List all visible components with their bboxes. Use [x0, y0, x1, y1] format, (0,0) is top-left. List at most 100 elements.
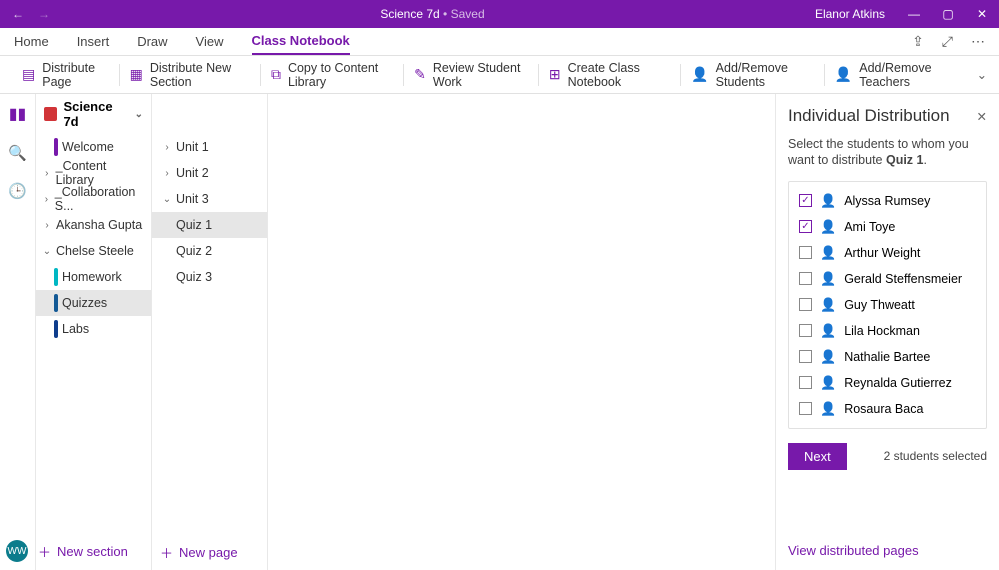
section-item[interactable]: Quizzes: [36, 290, 151, 316]
restore-button[interactable]: ▢: [931, 7, 965, 21]
page-item[interactable]: Quiz 2: [152, 238, 267, 264]
checkbox[interactable]: [799, 272, 812, 285]
student-list: ✓👤Alyssa Rumsey✓👤Ami Toye👤Arthur Weight👤…: [788, 181, 987, 429]
onenote-icon[interactable]: ▮▮: [9, 104, 27, 124]
search-icon[interactable]: 🔍: [8, 144, 27, 162]
tab-home[interactable]: Home: [14, 28, 49, 55]
cmd-icon: ▤: [22, 66, 35, 83]
section-item[interactable]: ›Akansha Gupta: [36, 212, 151, 238]
cmd-icon: ⧉: [271, 66, 281, 83]
section-item[interactable]: Labs: [36, 316, 151, 342]
student-row[interactable]: 👤 Lila Hockman: [789, 318, 986, 344]
user-name[interactable]: Elanor Atkins: [803, 7, 897, 21]
checkbox[interactable]: [799, 350, 812, 363]
panel-description: Select the students to whom you want to …: [788, 136, 987, 169]
view-distributed-link[interactable]: View distributed pages: [788, 543, 919, 558]
section-item[interactable]: Welcome: [36, 134, 151, 160]
distribution-panel: Individual Distribution ✕ Select the stu…: [775, 94, 999, 570]
student-row[interactable]: 👤 Arthur Weight: [789, 240, 986, 266]
unit-item[interactable]: ›Unit 1: [152, 134, 267, 160]
minimize-button[interactable]: —: [897, 7, 931, 21]
section-item[interactable]: Homework: [36, 264, 151, 290]
new-page-button[interactable]: ＋New page: [160, 543, 238, 562]
cmd-icon: ⊞: [549, 66, 561, 83]
person-icon: 👤: [820, 401, 836, 417]
cmd-review-student-work[interactable]: ✎Review Student Work: [404, 56, 538, 93]
person-icon: 👤: [820, 193, 836, 209]
page-canvas[interactable]: [268, 94, 775, 570]
student-name: Lila Hockman: [844, 324, 920, 338]
more-icon[interactable]: ⋯: [971, 33, 985, 50]
ribbon-commands: ▤Distribute Page▦Distribute New Section⧉…: [0, 56, 999, 94]
student-name: Reynalda Gutierrez: [844, 376, 952, 390]
person-icon: 👤: [820, 271, 836, 287]
student-row[interactable]: 👤 Nathalie Bartee: [789, 344, 986, 370]
tab-insert[interactable]: Insert: [77, 28, 110, 55]
checkbox[interactable]: [799, 298, 812, 311]
tab-view[interactable]: View: [196, 28, 224, 55]
section-item[interactable]: ›_Collaboration S...: [36, 186, 151, 212]
student-row[interactable]: 👤Gerald Steffensmeier: [789, 266, 986, 292]
checkbox[interactable]: ✓: [799, 194, 812, 207]
forward-button[interactable]: →: [38, 7, 50, 21]
section-list: Science 7d ⌄ Welcome›_Content Library›_C…: [36, 94, 152, 570]
window-title: Science 7d • Saved: [62, 7, 803, 21]
section-item[interactable]: ⌄Chelse Steele: [36, 238, 151, 264]
share-icon[interactable]: ⇪: [912, 33, 924, 50]
fullscreen-icon[interactable]: ⤢: [942, 33, 953, 50]
checkbox[interactable]: [799, 402, 812, 415]
cmd-icon: ✎: [414, 66, 426, 83]
checkbox[interactable]: [799, 376, 812, 389]
cmd-distribute-page[interactable]: ▤Distribute Page: [12, 56, 119, 93]
unit-item[interactable]: ⌄Unit 3: [152, 186, 267, 212]
person-icon: 👤: [820, 219, 836, 235]
person-icon: 👤: [820, 245, 836, 261]
page-item[interactable]: Quiz 3: [152, 264, 267, 290]
close-button[interactable]: ✕: [965, 7, 999, 21]
student-name: Rosaura Baca: [844, 402, 923, 416]
student-row[interactable]: ✓ 👤 Alyssa Rumsey: [789, 188, 986, 214]
page-list: ›Unit 1›Unit 2⌄Unit 3 Quiz 1Quiz 2Quiz 3: [152, 94, 268, 570]
tab-class-notebook[interactable]: Class Notebook: [252, 28, 350, 55]
notebook-color-icon: [44, 107, 57, 121]
person-icon: 👤: [820, 375, 836, 391]
person-icon: 👤: [820, 349, 836, 365]
new-section-button[interactable]: ＋New section: [38, 542, 128, 561]
cmd-create-class-notebook[interactable]: ⊞Create Class Notebook: [539, 56, 681, 93]
ribbon-tabs: Home Insert Draw View Class Notebook ⇪ ⤢ ⋯: [0, 28, 999, 56]
notebook-picker[interactable]: Science 7d ⌄: [36, 94, 151, 134]
person-icon: 👤: [820, 323, 836, 339]
tab-draw[interactable]: Draw: [137, 28, 167, 55]
student-row[interactable]: ✓ 👤 Ami Toye: [789, 214, 986, 240]
student-name: Arthur Weight: [844, 246, 920, 260]
ribbon-overflow-icon[interactable]: ⌄: [977, 67, 987, 82]
student-row[interactable]: 👤 Reynalda Gutierrez: [789, 370, 986, 396]
recent-icon[interactable]: 🕒: [8, 182, 27, 200]
student-name: Nathalie Bartee: [844, 350, 930, 364]
next-button[interactable]: Next: [788, 443, 847, 470]
avatar[interactable]: WW: [6, 540, 28, 562]
checkbox[interactable]: [799, 246, 812, 259]
student-name: Ami Toye: [844, 220, 895, 234]
back-button[interactable]: ←: [12, 7, 24, 21]
cmd-copy-to-content-library[interactable]: ⧉Copy to Content Library: [261, 56, 403, 93]
close-panel-button[interactable]: ✕: [977, 109, 987, 124]
selection-count: 2 students selected: [884, 449, 987, 463]
cmd-add-remove-students[interactable]: 👤Add/Remove Students: [681, 56, 824, 93]
student-row[interactable]: 👤 Rosaura Baca: [789, 396, 986, 422]
cmd-distribute-new-section[interactable]: ▦Distribute New Section: [120, 56, 260, 93]
cmd-add-remove-teachers[interactable]: 👤Add/Remove Teachers: [825, 56, 969, 93]
page-item[interactable]: Quiz 1: [152, 212, 267, 238]
section-item[interactable]: ›_Content Library: [36, 160, 151, 186]
unit-item[interactable]: ›Unit 2: [152, 160, 267, 186]
student-name: Alyssa Rumsey: [844, 194, 930, 208]
student-name: Guy Thweatt: [844, 298, 915, 312]
checkbox[interactable]: [799, 324, 812, 337]
cmd-icon: ▦: [130, 66, 143, 83]
panel-title: Individual Distribution: [788, 106, 950, 126]
left-rail: ▮▮ 🔍 🕒: [0, 94, 36, 570]
cmd-icon: 👤: [691, 66, 708, 83]
checkbox[interactable]: ✓: [799, 220, 812, 233]
student-row[interactable]: 👤 Guy Thweatt: [789, 292, 986, 318]
person-icon: 👤: [820, 297, 836, 313]
